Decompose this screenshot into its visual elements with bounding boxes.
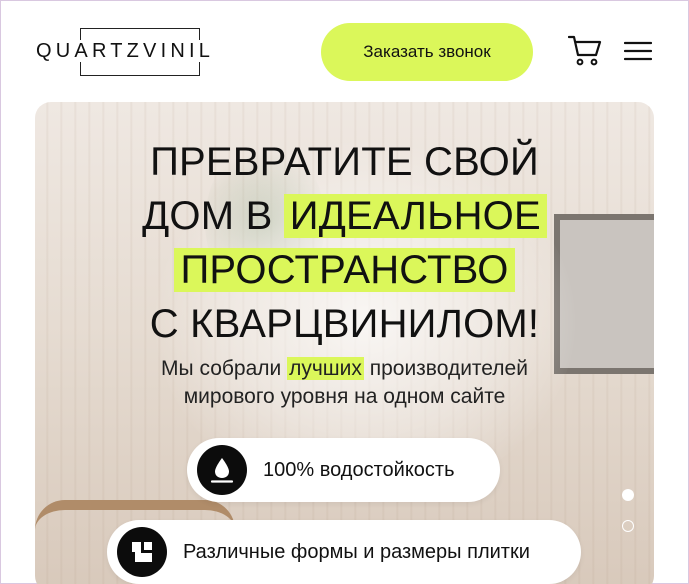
feature-tile-shapes-label: Различные формы и размеры плитки <box>183 540 530 563</box>
site-header: QUARTZVINIL Заказать звонок <box>0 0 689 100</box>
order-call-button[interactable]: Заказать звонок <box>321 23 533 81</box>
slider-dot[interactable] <box>622 520 634 532</box>
hero-subtitle-line2: мирового уровня на одном сайте <box>183 385 506 408</box>
feature-waterproof: 100% водостойкость <box>187 438 500 502</box>
hero-title-highlight-space: ПРОСТРАНСТВО <box>174 248 515 292</box>
hero-title-highlight-ideal: ИДЕАЛЬНОЕ <box>283 194 547 238</box>
logo[interactable]: QUARTZVINIL <box>36 28 238 76</box>
feature-tile-shapes: Различные формы и размеры плитки <box>107 520 581 584</box>
logo-text: QUARTZVINIL <box>36 40 215 62</box>
hero-title-line1: ПРЕВРАТИТЕ СВОЙ <box>150 140 539 184</box>
tile-shapes-icon <box>117 527 167 577</box>
water-drop-icon <box>197 445 247 495</box>
hamburger-menu-icon[interactable] <box>624 40 652 62</box>
slider-dot-active[interactable] <box>622 489 634 501</box>
hero-title: ПРЕВРАТИТЕ СВОЙ ДОМ В ИДЕАЛЬНОЕ ПРОСТРАН… <box>35 135 654 351</box>
feature-waterproof-label: 100% водостойкость <box>263 458 455 481</box>
hero-subtitle-after: производителей <box>369 357 528 380</box>
cart-icon[interactable] <box>568 35 602 67</box>
hero-subtitle-highlight: лучших <box>287 357 364 380</box>
hero-title-line4: С КВАРЦВИНИЛОМ! <box>149 302 540 346</box>
hero-subtitle: Мы собрали лучших производителей мировог… <box>35 355 654 411</box>
hero-banner: ПРЕВРАТИТЕ СВОЙ ДОМ В ИДЕАЛЬНОЕ ПРОСТРАН… <box>35 102 654 584</box>
hero-subtitle-before: Мы собрали <box>161 357 282 380</box>
hero-title-line2: ДОМ В <box>142 194 273 238</box>
